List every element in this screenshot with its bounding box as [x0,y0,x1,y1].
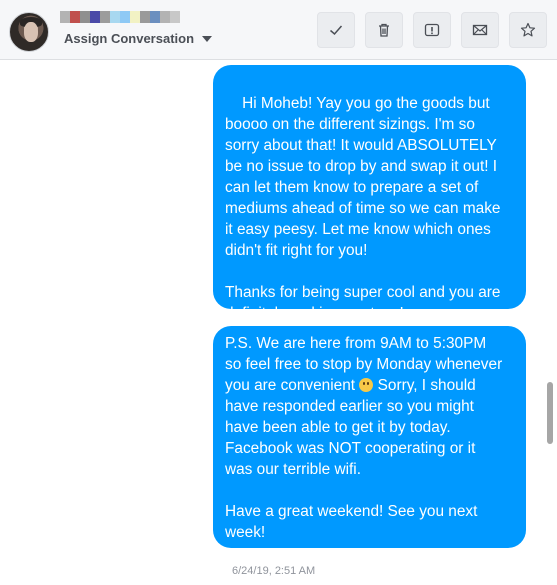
mark-unread-button[interactable] [461,12,499,48]
redaction-block [140,11,150,23]
redaction-block [110,11,120,23]
star-icon [520,22,536,37]
redaction-block [70,11,80,23]
alert-icon [424,23,440,37]
mark-spam-button[interactable] [413,12,451,48]
redaction-block [100,11,110,23]
avatar[interactable] [9,12,49,52]
redacted-contact-name [60,11,180,23]
message-text: Sorry, I should have responded earlier s… [225,377,478,541]
check-icon [330,25,343,36]
chevron-down-icon [202,35,213,42]
smile-emoji-icon [359,378,374,392]
message-bubble[interactable]: P.S. We are here from 9AM to 5:30PM so f… [213,326,526,548]
redaction-block [130,11,140,23]
check-button[interactable] [317,12,355,48]
redaction-block [120,11,130,23]
delete-button[interactable] [365,12,403,48]
scrollbar[interactable] [547,382,553,444]
message-thread[interactable]: Hi Moheb! Yay you go the goods but boooo… [0,60,557,585]
envelope-icon [472,24,488,36]
trash-icon [379,23,389,37]
redaction-block [80,11,90,23]
message-timestamp: 6/24/19, 2:51 AM [232,565,316,577]
redaction-block [60,11,70,23]
star-button[interactable] [509,12,547,48]
redaction-block [170,11,180,23]
avatar-face [24,22,38,42]
assign-conversation-dropdown[interactable]: Assign Conversation [64,31,213,46]
message-bubble[interactable]: Hi Moheb! Yay you go the goods but boooo… [213,65,526,322]
redaction-block [150,11,160,23]
conversation-header: Assign Conversation [0,0,557,60]
redaction-block [90,11,100,23]
redaction-block [160,11,170,23]
message-text: Hi Moheb! Yay you go the goods but boooo… [225,95,501,322]
assign-conversation-label: Assign Conversation [64,31,195,46]
